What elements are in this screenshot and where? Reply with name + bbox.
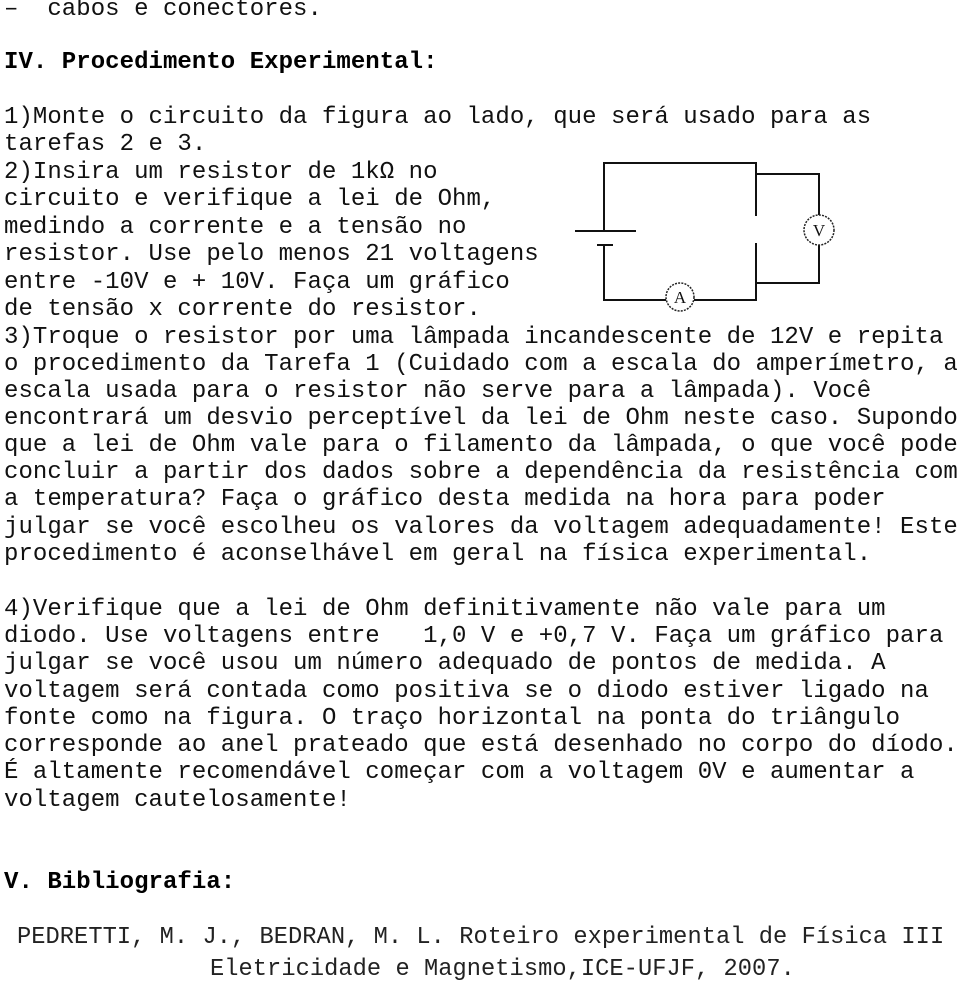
step-4-line: julgar se você usou um número adequado d… — [4, 650, 886, 677]
materials-list-item: – cabos e conectores. — [4, 0, 322, 23]
step-4-line: 4)Verifique que a lei de Ohm definitivam… — [4, 596, 886, 623]
step-4-line: voltagem será contada como positiva se o… — [4, 678, 929, 705]
bibliography-reference-line-1: PEDRETTI, M. J., BEDRAN, M. L. Roteiro e… — [17, 924, 945, 951]
step-2-line: medindo a corrente e a tensão no — [4, 214, 467, 241]
step-3-line: que a lei de Ohm vale para o filamento d… — [4, 432, 958, 459]
step-3-line: procedimento é aconselhável em geral na … — [4, 541, 872, 568]
section-heading-bibliography: V. Bibliografia: — [4, 869, 236, 896]
step-2-line: entre -10V e + 10V. Faça um gráfico — [4, 269, 510, 296]
voltmeter-label: V — [813, 221, 826, 240]
step-4-line: diodo. Use voltagens entre 1,0 V e +0,7 … — [4, 623, 944, 650]
step-2-line: circuito e verifique a lei de Ohm, — [4, 186, 496, 213]
step-4-line: voltagem cautelosamente! — [4, 787, 351, 814]
step-3-line: 3)Troque o resistor por uma lâmpada inca… — [4, 324, 944, 351]
step-3-line: o procedimento da Tarefa 1 (Cuidado com … — [4, 351, 958, 378]
step-3-line: encontrará um desvio perceptível da lei … — [4, 405, 958, 432]
circuit-diagram: A V — [575, 162, 835, 312]
step-2-line: resistor. Use pelo menos 21 voltagens — [4, 241, 539, 268]
section-heading-procedure: IV. Procedimento Experimental: — [4, 49, 438, 76]
bibliography-reference-line-2: Eletricidade e Magnetismo,ICE-UFJF, 2007… — [210, 956, 795, 983]
step-4-line: corresponde ao anel prateado que está de… — [4, 732, 958, 759]
step-3-line: concluir a partir dos dados sobre a depe… — [4, 459, 958, 486]
document-page: – cabos e conectores. IV. Procedimento E… — [0, 0, 960, 983]
step-3-line: a temperatura? Faça o gráfico desta medi… — [4, 486, 886, 513]
ammeter-icon: A — [665, 282, 695, 312]
step-2-line: 2)Insira um resistor de 1kΩ no — [4, 159, 438, 186]
step-4-line: fonte como na figura. O traço horizontal… — [4, 705, 901, 732]
voltmeter-icon: V — [803, 214, 835, 246]
ammeter-label: A — [674, 288, 687, 307]
step-3-line: julgar se você escolheu os valores da vo… — [4, 514, 958, 541]
step-2-line: de tensão x corrente do resistor. — [4, 296, 481, 323]
step-1-line: tarefas 2 e 3. — [4, 131, 207, 158]
step-1-line: 1)Monte o circuito da figura ao lado, qu… — [4, 104, 872, 131]
step-4-line: É altamente recomendável começar com a v… — [4, 759, 915, 786]
step-3-line: escala usada para o resistor não serve p… — [4, 378, 872, 405]
